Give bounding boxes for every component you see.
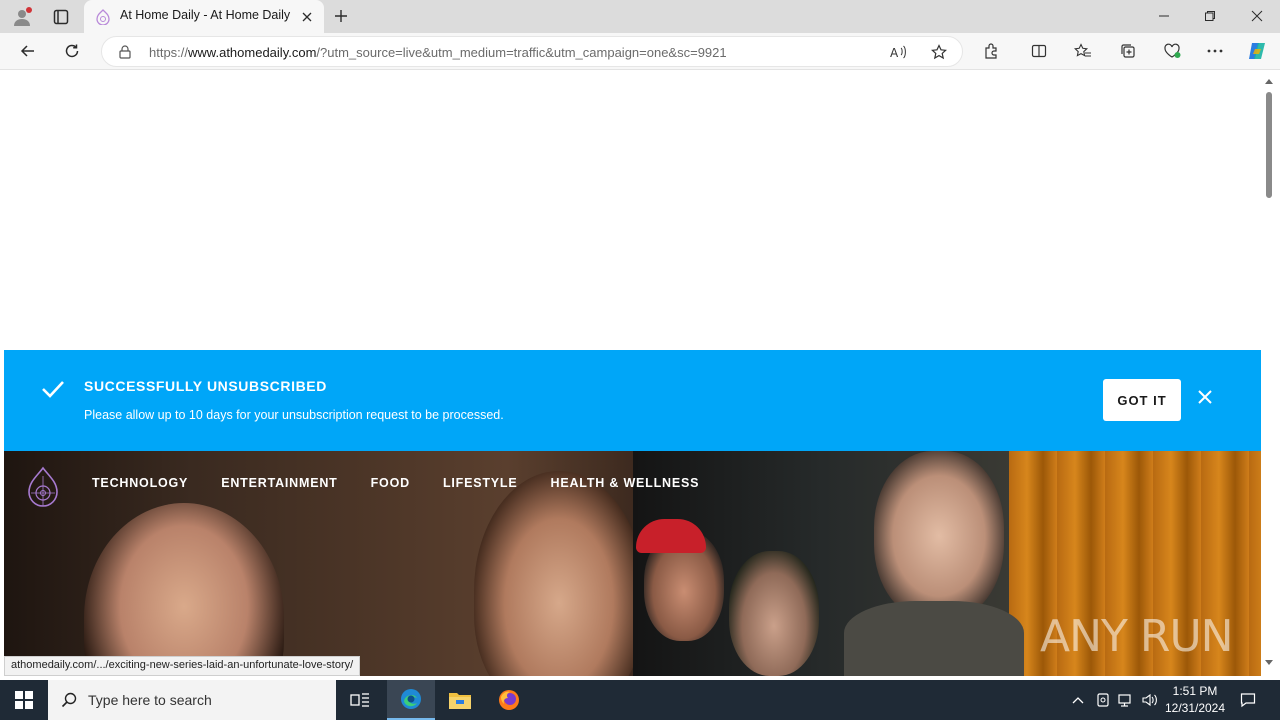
- split-screen-icon[interactable]: [1028, 40, 1050, 62]
- svg-text:A: A: [890, 46, 899, 59]
- athomedaily-logo-icon[interactable]: [26, 465, 60, 509]
- scroll-thumb[interactable]: [1266, 92, 1272, 198]
- new-tab-icon[interactable]: [330, 5, 352, 27]
- banner-title: SUCCESSFULLY UNSUBSCRIBED: [84, 378, 327, 394]
- browser-toolbar: https://www.athomedaily.com/?utm_source=…: [0, 33, 1280, 70]
- nav-lifestyle[interactable]: LIFESTYLE: [443, 476, 518, 490]
- back-icon[interactable]: [16, 40, 40, 62]
- hero-image[interactable]: TECHNOLOGY ENTERTAINMENT FOOD LIFESTYLE …: [4, 451, 1261, 676]
- url-text[interactable]: https://www.athomedaily.com/?utm_source=…: [149, 45, 727, 60]
- page-viewport: SUCCESSFULLY UNSUBSCRIBED Please allow u…: [4, 70, 1261, 676]
- anyrun-watermark: ANY RUN: [1040, 611, 1234, 662]
- read-aloud-icon[interactable]: A: [888, 42, 910, 62]
- extensions-icon[interactable]: [980, 40, 1002, 62]
- taskbar-clock[interactable]: 1:51 PM 12/31/2024: [1160, 683, 1230, 717]
- copilot-icon[interactable]: [1245, 39, 1269, 63]
- profile-icon[interactable]: [10, 6, 34, 28]
- banner-message: Please allow up to 10 days for your unsu…: [84, 408, 504, 422]
- status-link-preview: athomedaily.com/.../exciting-new-series-…: [4, 656, 361, 676]
- more-options-icon[interactable]: [1204, 40, 1226, 62]
- main-nav: TECHNOLOGY ENTERTAINMENT FOOD LIFESTYLE …: [92, 476, 732, 490]
- lock-icon[interactable]: [117, 44, 133, 60]
- favorite-star-icon[interactable]: [928, 42, 950, 62]
- tray-network-icon[interactable]: [1116, 680, 1136, 720]
- tray-chevron-up-icon[interactable]: [1068, 680, 1088, 720]
- face-girl-icon: [729, 551, 819, 676]
- browser-tab-bar: At Home Daily - At Home Daily: [0, 0, 1280, 33]
- taskbar-file-explorer-icon[interactable]: [436, 680, 484, 720]
- collections-icon[interactable]: [1117, 40, 1139, 62]
- url-query: /?utm_source=live&utm_medium=traffic&utm…: [316, 45, 727, 60]
- search-placeholder: Type here to search: [88, 692, 212, 708]
- browser-essentials-icon[interactable]: [1161, 40, 1183, 62]
- close-banner-icon[interactable]: [1194, 386, 1216, 408]
- page-scrollbar[interactable]: [1261, 70, 1276, 676]
- search-icon: [58, 680, 80, 720]
- scroll-down-icon[interactable]: [1263, 658, 1274, 668]
- nav-entertainment[interactable]: ENTERTAINMENT: [221, 476, 337, 490]
- task-view-icon[interactable]: [340, 680, 380, 720]
- nav-health-wellness[interactable]: HEALTH & WELLNESS: [551, 476, 700, 490]
- start-windows-icon[interactable]: [0, 680, 48, 720]
- clock-time: 1:51 PM: [1172, 684, 1218, 698]
- unsubscribe-banner: SUCCESSFULLY UNSUBSCRIBED Please allow u…: [4, 350, 1261, 451]
- taskbar-edge-icon[interactable]: [387, 680, 435, 720]
- favorites-icon[interactable]: [1072, 40, 1094, 62]
- got-it-button[interactable]: GOT IT: [1103, 379, 1181, 421]
- face-boy-icon: [874, 451, 1004, 621]
- windows-taskbar: Type here to search 1:51 PM 12/31/2024: [0, 680, 1280, 720]
- tray-device-icon[interactable]: [1093, 680, 1113, 720]
- taskbar-firefox-icon[interactable]: [485, 680, 533, 720]
- url-prefix: https://: [149, 45, 189, 60]
- refresh-icon[interactable]: [60, 40, 84, 62]
- address-bar[interactable]: https://www.athomedaily.com/?utm_source=…: [101, 36, 963, 67]
- url-host: www.athomedaily.com: [188, 45, 317, 60]
- close-window-icon[interactable]: [1245, 5, 1269, 27]
- site-favicon-icon: [94, 8, 112, 26]
- taskbar-search-box[interactable]: Type here to search: [48, 680, 336, 720]
- jacket-icon: [844, 601, 1024, 676]
- nav-technology[interactable]: TECHNOLOGY: [92, 476, 188, 490]
- tray-volume-icon[interactable]: [1140, 680, 1160, 720]
- tab-actions-icon[interactable]: [50, 6, 72, 28]
- tab-active[interactable]: At Home Daily - At Home Daily: [84, 0, 324, 33]
- close-tab-icon[interactable]: [298, 8, 316, 26]
- clock-date: 12/31/2024: [1164, 701, 1226, 715]
- checkmark-icon: [40, 378, 66, 400]
- minimize-icon[interactable]: [1152, 5, 1176, 27]
- notification-center-icon[interactable]: [1236, 680, 1260, 720]
- restore-icon[interactable]: [1198, 5, 1222, 27]
- tab-title: At Home Daily - At Home Daily: [120, 8, 291, 22]
- nav-food[interactable]: FOOD: [371, 476, 410, 490]
- scroll-up-icon[interactable]: [1263, 76, 1274, 86]
